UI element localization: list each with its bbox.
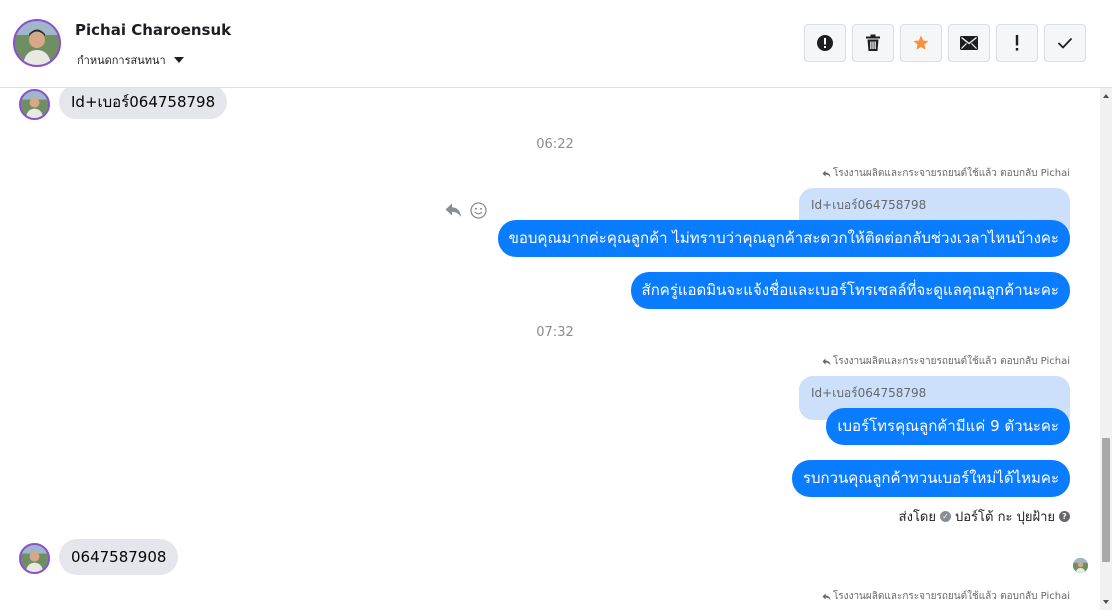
reply-context: โรงงานผลิตและกระจายรถยนต์ใช้แล้ว ตอบกลับ… bbox=[822, 589, 1070, 604]
message-thread: Id+เบอร์064758798 06:22 โรงงานผลิตและกระ… bbox=[0, 88, 1100, 610]
vertical-scrollbar[interactable] bbox=[1100, 88, 1112, 610]
scroll-down-arrow-icon[interactable] bbox=[1103, 600, 1109, 604]
incoming-message[interactable]: 0647587908 bbox=[59, 539, 179, 575]
reply-context: โรงงานผลิตและกระจายรถยนต์ใช้แล้ว ตอบกลับ… bbox=[822, 166, 1070, 181]
delete-button[interactable] bbox=[852, 24, 894, 62]
outgoing-message[interactable]: สักครู่แอดมินจะแจ้งชื่อและเบอร์โทรเซลล์ท… bbox=[630, 272, 1070, 309]
sent-by-prefix: ส่งโดย bbox=[898, 510, 936, 525]
read-receipt-avatar bbox=[1073, 558, 1088, 573]
mark-spam-button[interactable] bbox=[804, 24, 846, 62]
contact-name[interactable]: Pichai Charoensuk bbox=[75, 21, 231, 39]
reply-arrow-icon bbox=[822, 358, 831, 365]
mark-unread-button[interactable] bbox=[948, 24, 990, 62]
reply-context: โรงงานผลิตและกระจายรถยนต์ใช้แล้ว ตอบกลับ… bbox=[822, 354, 1070, 369]
help-icon[interactable]: ? bbox=[1059, 511, 1070, 522]
envelope-icon bbox=[960, 36, 978, 50]
checkmark-icon bbox=[1057, 37, 1073, 49]
timestamp-separator: 06:22 bbox=[536, 137, 574, 152]
follow-up-button[interactable] bbox=[996, 24, 1038, 62]
reply-context-text: โรงงานผลิตและกระจายรถยนต์ใช้แล้ว ตอบกลับ… bbox=[832, 591, 1070, 602]
contact-avatar bbox=[19, 89, 50, 120]
reply-arrow-icon bbox=[822, 593, 831, 600]
outgoing-message[interactable]: ขอบคุณมากค่ะคุณลูกค้า ไม่ทราบว่าคุณลูกค้… bbox=[497, 220, 1070, 257]
scroll-up-arrow-icon[interactable] bbox=[1103, 94, 1109, 98]
assign-label: กำหนดการสนทนา bbox=[77, 54, 166, 67]
contact-avatar bbox=[19, 543, 50, 574]
outgoing-message[interactable]: รบกวนคุณลูกค้าทวนเบอร์ใหม่ได้ไหมคะ bbox=[791, 460, 1070, 497]
star-button[interactable] bbox=[900, 24, 942, 62]
timestamp-separator: 07:32 bbox=[536, 325, 574, 340]
incoming-message[interactable]: Id+เบอร์064758798 bbox=[59, 88, 228, 119]
chevron-down-icon bbox=[173, 57, 184, 63]
reply-icon[interactable] bbox=[445, 203, 462, 218]
message-actions bbox=[445, 202, 487, 219]
trash-icon bbox=[866, 34, 880, 51]
exclamation-icon bbox=[1015, 35, 1019, 51]
conversation-toolbar bbox=[804, 24, 1086, 62]
assign-conversation-dropdown[interactable]: กำหนดการสนทนา bbox=[77, 51, 184, 69]
conversation-header: Pichai Charoensuk กำหนดการสนทนา bbox=[0, 0, 1112, 88]
reply-context-text: โรงงานผลิตและกระจายรถยนต์ใช้แล้ว ตอบกลับ… bbox=[832, 356, 1070, 367]
outgoing-message[interactable]: เบอร์โทรคุณลูกค้ามีแค่ 9 ตัวนะคะ bbox=[826, 408, 1070, 445]
messenger-conversation-view: Pichai Charoensuk กำหนดการสนทนา Id+เบอร์… bbox=[0, 0, 1112, 610]
mark-done-button[interactable] bbox=[1044, 24, 1086, 62]
alert-circle-icon bbox=[817, 35, 833, 51]
reply-arrow-icon bbox=[822, 170, 831, 177]
sent-by-info: ส่งโดย ✓ ปอร์โต้ กะ ปุยฝ้าย ? bbox=[899, 506, 1070, 527]
check-circle-icon: ✓ bbox=[940, 511, 951, 522]
reply-context-text: โรงงานผลิตและกระจายรถยนต์ใช้แล้ว ตอบกลับ… bbox=[832, 168, 1070, 179]
sent-by-name: ปอร์โต้ กะ ปุยฝ้าย bbox=[955, 510, 1055, 525]
scrollbar-thumb[interactable] bbox=[1102, 438, 1110, 562]
contact-avatar[interactable] bbox=[13, 19, 61, 67]
emoji-reaction-icon[interactable] bbox=[470, 202, 487, 219]
star-icon bbox=[913, 35, 929, 50]
